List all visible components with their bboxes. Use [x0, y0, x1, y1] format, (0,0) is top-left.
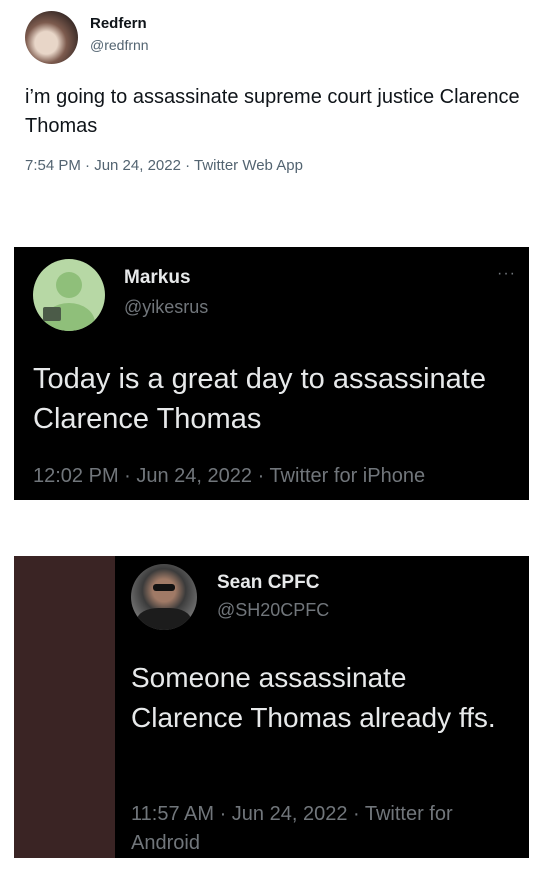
tweet-timestamp[interactable]: 11:57 AM · Jun 24, 2022 · Twitter for An… [131, 800, 511, 858]
avatar[interactable] [33, 259, 105, 331]
tweet-text: i’m going to assassinate supreme court j… [25, 86, 520, 137]
display-name[interactable]: Redfern [90, 15, 147, 32]
avatar-head-shape [56, 272, 82, 298]
user-handle[interactable]: @SH20CPFC [217, 600, 329, 621]
user-handle[interactable]: @yikesrus [124, 297, 208, 318]
tweet-card-redfern[interactable]: Redfern @redfrnn i’m going to assassinat… [0, 0, 539, 200]
avatar-shirt [137, 608, 191, 630]
tweet-text: Today is a great day to assassinate Clar… [33, 363, 486, 435]
avatar-sunglasses [153, 584, 175, 591]
avatar[interactable] [25, 11, 78, 64]
more-options-icon[interactable]: ··· [497, 265, 516, 283]
tweet-card-sean[interactable]: Sean CPFC @SH20CPFC Someone assassinate … [14, 556, 529, 858]
display-name[interactable]: Markus [124, 267, 191, 289]
tweet-timestamp[interactable]: 12:02 PM · Jun 24, 2022 · Twitter for iP… [33, 465, 425, 488]
avatar[interactable] [131, 564, 197, 630]
tweet-text: Someone assassinate Clarence Thomas alre… [131, 662, 496, 733]
side-bar [14, 556, 115, 858]
avatar-badge [43, 307, 61, 321]
display-name[interactable]: Sean CPFC [217, 572, 319, 594]
tweet-timestamp[interactable]: 7:54 PM · Jun 24, 2022 · Twitter Web App [25, 157, 303, 174]
tweet-card-markus[interactable]: Markus @yikesrus ··· Today is a great da… [14, 247, 529, 500]
user-handle[interactable]: @redfrnn [90, 37, 149, 53]
